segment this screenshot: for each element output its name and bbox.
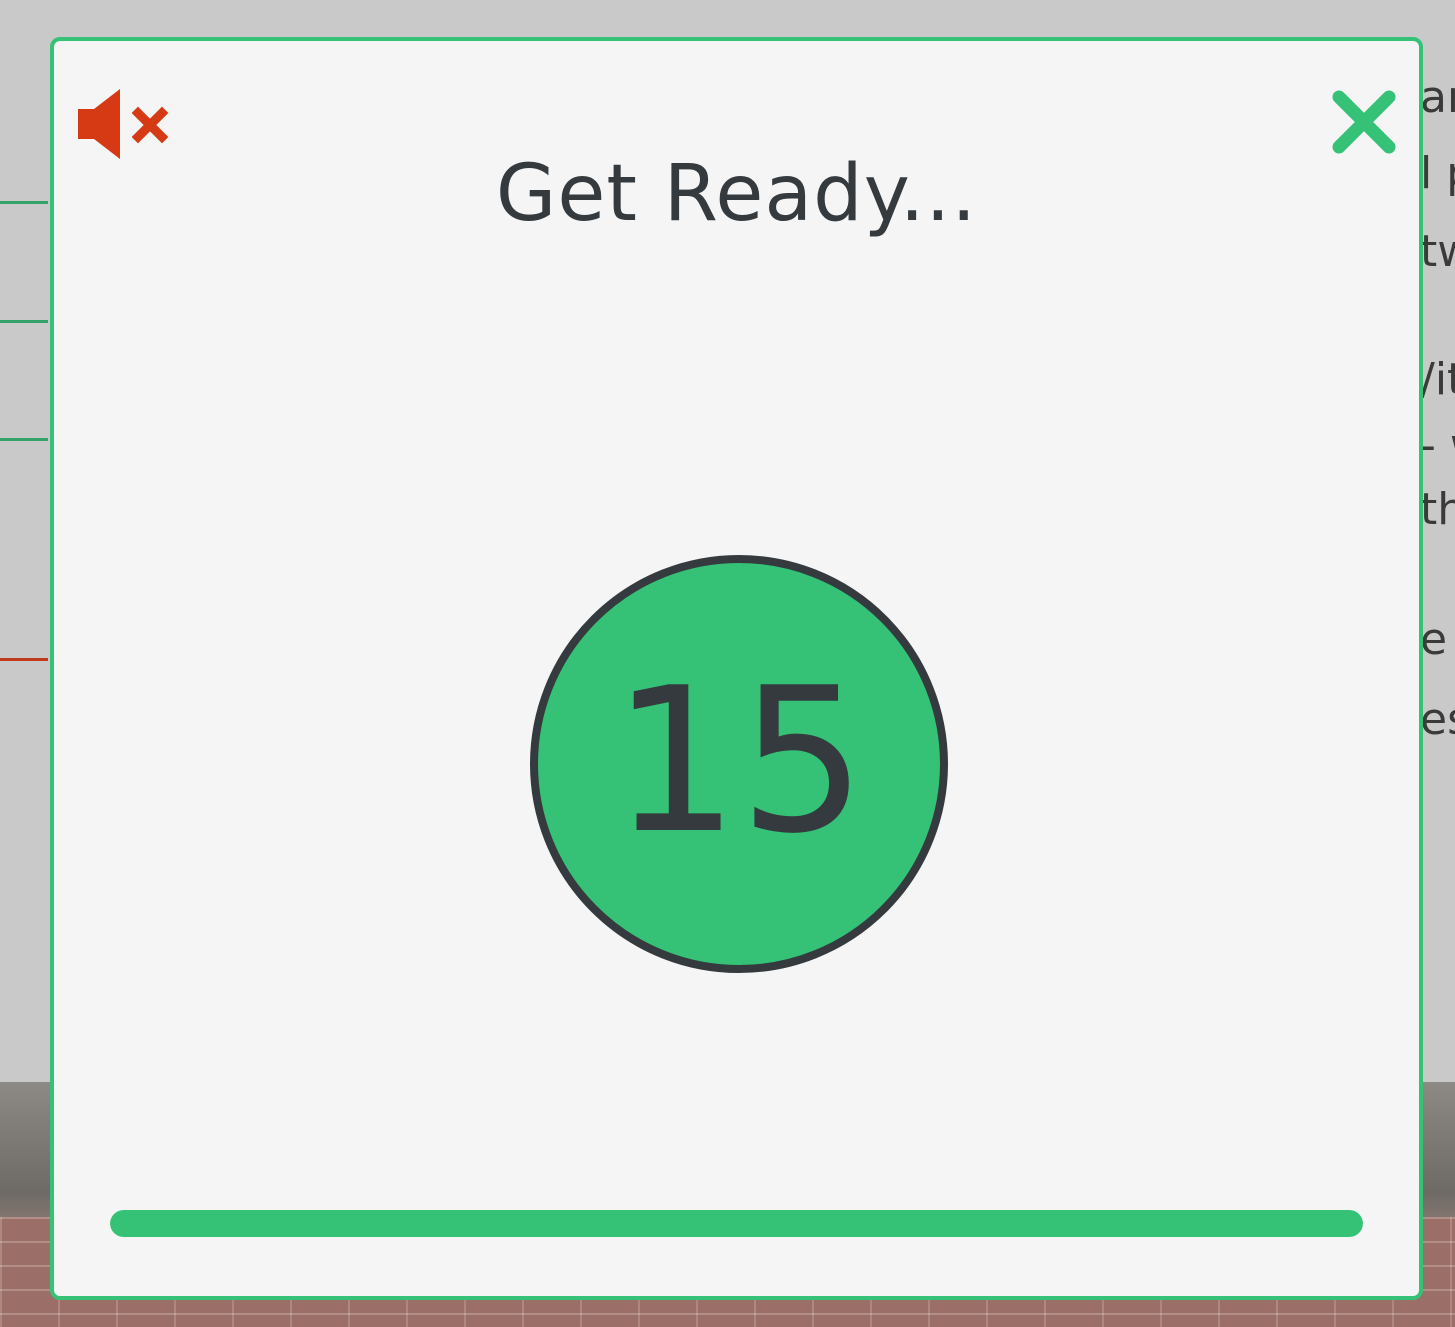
progress-bar bbox=[110, 1210, 1363, 1237]
background-text-fragment: th bbox=[1420, 488, 1455, 532]
background-text-fragment: tw bbox=[1420, 230, 1455, 274]
progress-bar-fill bbox=[110, 1210, 1363, 1237]
countdown-number: 15 bbox=[611, 645, 867, 878]
background-text-fragment: es bbox=[1420, 698, 1455, 742]
close-icon bbox=[1332, 90, 1396, 154]
background-text-fragment: ar bbox=[1420, 76, 1455, 120]
background-divider bbox=[0, 320, 48, 323]
background-divider bbox=[0, 658, 48, 661]
modal-title: Get Ready... bbox=[495, 149, 978, 239]
background-text-fragment: l p bbox=[1420, 152, 1455, 196]
background-divider bbox=[0, 438, 48, 441]
countdown-circle: 15 bbox=[530, 555, 948, 973]
background-text-fragment: e bbox=[1420, 618, 1448, 662]
background-text-fragment: - w bbox=[1420, 424, 1455, 468]
countdown-modal: Get Ready... 15 bbox=[50, 37, 1423, 1300]
background-divider bbox=[0, 201, 48, 204]
close-button[interactable] bbox=[1331, 89, 1397, 155]
background-text-fragment: /it bbox=[1420, 358, 1455, 402]
